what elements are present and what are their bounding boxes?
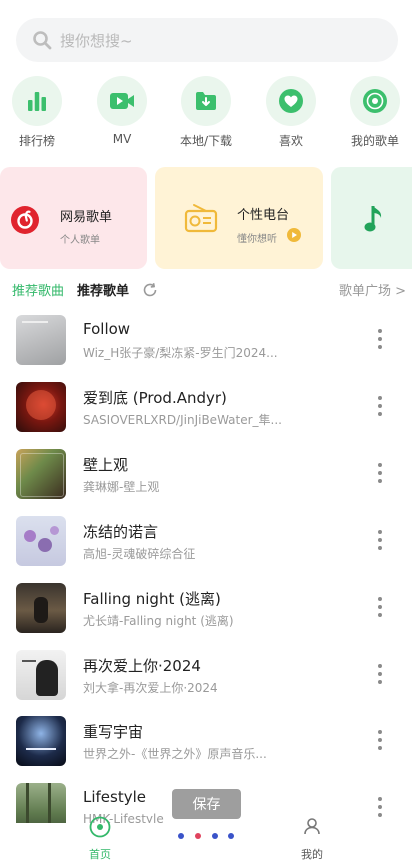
quick-item-local-download[interactable]: 本地/下载 (171, 76, 241, 149)
netease-music-icon (11, 206, 39, 234)
song-title: Follow (83, 320, 131, 338)
song-row[interactable]: 再次爱上你·2024 刘大拿-再次爱上你·2024 (0, 650, 412, 717)
quick-label: MV (112, 132, 132, 146)
song-row[interactable]: Falling night (逃离) 尤长靖-Falling night (逃离… (0, 583, 412, 650)
song-row[interactable]: 冻结的诺言 高旭-灵魂破碎综合征 (0, 516, 412, 583)
bar-chart-icon (28, 92, 46, 111)
more-options-icon[interactable] (377, 597, 383, 619)
more-options-icon[interactable] (377, 664, 383, 686)
song-title: 冻结的诺言 (83, 523, 159, 541)
refresh-icon[interactable] (142, 282, 158, 298)
quick-item-ranking[interactable]: 排行榜 (2, 76, 72, 149)
card-subtitle: 个人歌单 (60, 235, 100, 246)
quick-actions: 排行榜 MV 本地/下载 喜欢 我的歌单 (0, 76, 412, 148)
tab-recommend-songs[interactable]: 推荐歌曲 (12, 280, 64, 299)
more-options-icon[interactable] (377, 797, 383, 819)
album-cover (16, 583, 66, 633)
bottom-nav: 首页 我的 (0, 816, 412, 863)
song-artist: 龚琳娜-壁上观 (83, 480, 160, 494)
song-artist: 尤长靖-Falling night (逃离) (83, 614, 234, 628)
page-indicator (176, 832, 236, 840)
playlist-square-link[interactable]: 歌单广场 > (339, 280, 406, 299)
personal-radio-card[interactable]: 个性电台 懂你想听 (155, 167, 323, 269)
song-artist: Wiz_H张子豪/梨冻紧-罗生门2024... (83, 346, 278, 360)
album-cover (16, 516, 66, 566)
song-title: Lifestyle (83, 788, 147, 806)
netease-playlist-card[interactable]: 网易歌单 个人歌单 (0, 167, 147, 269)
section-header: 推荐歌曲 推荐歌单 歌单广场 > (0, 280, 412, 300)
album-cover (16, 315, 66, 365)
song-row[interactable]: 重写宇宙 世界之外-《世界之外》原声音乐... (0, 716, 412, 783)
card-subtitle: 懂你想听 (237, 234, 277, 245)
more-options-icon[interactable] (377, 329, 383, 351)
save-button[interactable]: 保存 (172, 789, 241, 819)
nav-home[interactable]: 首页 (72, 816, 128, 863)
play-icon[interactable] (287, 228, 301, 242)
user-icon (304, 818, 320, 835)
song-row[interactable]: 壁上观 龚琳娜-壁上观 (0, 449, 412, 516)
album-cover (16, 449, 66, 499)
home-disc-icon (89, 816, 111, 838)
search-bar[interactable]: 搜你想搜~ (16, 18, 398, 62)
tab-recommend-playlists[interactable]: 推荐歌单 (77, 280, 129, 299)
quick-item-my-playlists[interactable]: 我的歌单 (340, 76, 410, 149)
song-title: 再次爱上你·2024 (83, 657, 201, 675)
song-title: 壁上观 (83, 456, 129, 474)
download-folder-icon (196, 92, 216, 110)
song-artist: 高旭-灵魂破碎综合征 (83, 547, 196, 561)
song-title: 爱到底 (Prod.Andyr) (83, 389, 227, 407)
music-card[interactable] (331, 167, 412, 269)
album-cover (16, 650, 66, 700)
music-note-icon (364, 206, 382, 232)
quick-item-favorites[interactable]: 喜欢 (256, 76, 326, 149)
card-title: 个性电台 (237, 208, 290, 223)
more-options-icon[interactable] (377, 396, 383, 418)
video-icon (110, 93, 134, 109)
song-row[interactable]: 爱到底 (Prod.Andyr) SASIOVERLXRD/JinJiBeWat… (0, 382, 412, 449)
quick-label: 喜欢 (278, 134, 303, 148)
more-options-icon[interactable] (377, 530, 383, 552)
song-artist: SASIOVERLXRD/JinJiBeWater_隼... (83, 413, 282, 427)
quick-label: 我的歌单 (350, 134, 399, 148)
song-artist: 世界之外-《世界之外》原声音乐... (83, 747, 267, 761)
more-options-icon[interactable] (377, 463, 383, 485)
song-title: 重写宇宙 (83, 723, 144, 741)
nav-mine[interactable]: 我的 (284, 818, 340, 863)
disc-icon (363, 89, 387, 113)
album-cover (16, 716, 66, 766)
quick-item-mv[interactable]: MV (87, 76, 157, 146)
search-icon (33, 31, 52, 50)
album-cover (16, 382, 66, 432)
more-options-icon[interactable] (377, 730, 383, 752)
card-title: 网易歌单 (60, 210, 113, 225)
nav-home-label: 首页 (89, 848, 111, 861)
radio-icon (184, 204, 218, 233)
quick-label: 本地/下载 (179, 134, 233, 148)
quick-label: 排行榜 (18, 134, 55, 148)
nav-mine-label: 我的 (301, 848, 323, 861)
search-placeholder: 搜你想搜~ (60, 31, 133, 50)
song-artist: 刘大拿-再次爱上你·2024 (83, 681, 218, 695)
song-row[interactable]: Follow Wiz_H张子豪/梨冻紧-罗生门2024... (0, 315, 412, 382)
app-screen: 搜你想搜~ 排行榜 MV 本地/下载 喜欢 我的歌单 网易歌单 个人歌单 个性电… (0, 0, 412, 863)
song-title: Falling night (逃离) (83, 590, 221, 608)
heart-icon (279, 89, 303, 113)
